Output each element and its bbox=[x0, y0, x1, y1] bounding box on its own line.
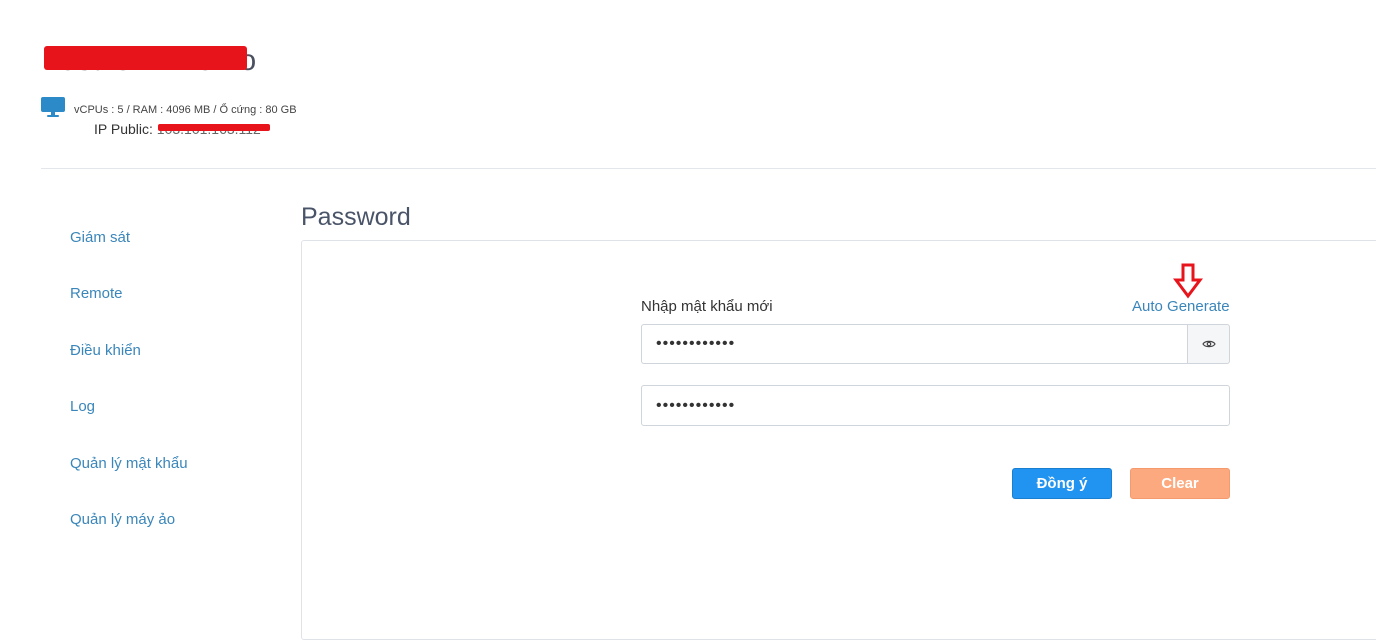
sidebar-item-remote[interactable]: Remote bbox=[70, 285, 123, 302]
sidebar-item-giam-sat[interactable]: Giám sát bbox=[70, 229, 130, 246]
confirm-password-input[interactable]: •••••••••••• bbox=[641, 385, 1230, 426]
vm-specs: vCPUs : 5 / RAM : 4096 MB / Ổ cứng : 80 … bbox=[74, 104, 297, 116]
redaction-bar bbox=[44, 46, 247, 70]
clear-button[interactable]: Clear bbox=[1130, 468, 1230, 499]
section-title: Password bbox=[301, 203, 411, 231]
sidebar-item-dieu-khien[interactable]: Điều khiển bbox=[70, 342, 141, 359]
toggle-visibility-button[interactable] bbox=[1187, 324, 1230, 364]
sidebar-item-vm-management[interactable]: Quản lý máy ảo bbox=[70, 511, 175, 528]
ip-label: IP Public: bbox=[94, 121, 153, 137]
new-password-label: Nhập mật khẩu mới bbox=[641, 298, 773, 315]
divider bbox=[41, 168, 1376, 169]
submit-button[interactable]: Đồng ý bbox=[1012, 468, 1112, 499]
auto-generate-link[interactable]: Auto Generate bbox=[1132, 298, 1230, 315]
monitor-icon bbox=[41, 97, 65, 117]
sidebar-item-password-management[interactable]: Quản lý mật khẩu bbox=[70, 455, 188, 472]
down-arrow-icon bbox=[1173, 263, 1203, 299]
new-password-input[interactable]: •••••••••••• bbox=[641, 324, 1188, 364]
eye-icon bbox=[1201, 340, 1216, 348]
redaction-bar bbox=[158, 124, 270, 131]
sidebar-item-log[interactable]: Log bbox=[70, 398, 95, 415]
